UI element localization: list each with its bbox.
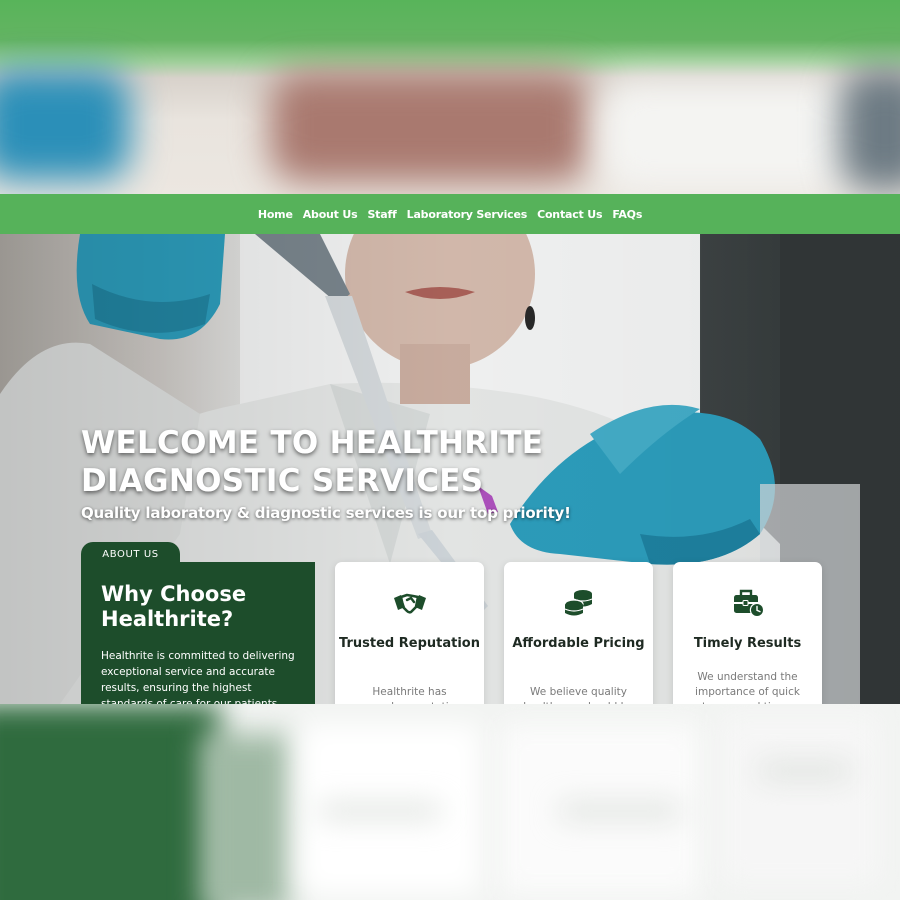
- handshake-icon: [393, 593, 426, 614]
- nav-home-link[interactable]: Home: [258, 208, 293, 221]
- coins-icon: [563, 590, 592, 616]
- nav-about-us-link[interactable]: About Us: [303, 208, 358, 221]
- nav-faqs-link[interactable]: FAQs: [612, 208, 642, 221]
- blurred-backdrop-bottom: [0, 704, 900, 900]
- nav-contact-us-link[interactable]: Contact Us: [537, 208, 602, 221]
- backdrop-blur-blob: [720, 714, 880, 884]
- backdrop-blur-blob: [600, 80, 860, 190]
- feature-card-trusted-reputation: Trusted Reputation Healthrite has earned…: [335, 562, 484, 712]
- feature-title: Trusted Reputation: [339, 636, 480, 651]
- backdrop-blur-blob: [320, 804, 440, 818]
- hero-subtitle: Quality laboratory & diagnostic services…: [81, 504, 571, 522]
- feature-title: Affordable Pricing: [512, 636, 645, 651]
- why-choose-title: Why Choose Healthrite?: [101, 582, 247, 631]
- backdrop-blur-blob: [200, 734, 290, 900]
- feature-title: Timely Results: [693, 636, 802, 651]
- feature-card-affordable-pricing: Affordable Pricing We believe quality he…: [504, 562, 653, 712]
- feature-card-timely-results: Timely Results We understand the importa…: [673, 562, 822, 712]
- backdrop-blur-blob: [840, 70, 900, 190]
- hero-title: WELCOME TO HEALTHRITE DIAGNOSTIC SERVICE…: [81, 425, 544, 499]
- main-navigation: Home About Us Staff Laboratory Services …: [0, 194, 900, 234]
- nav-laboratory-services-link[interactable]: Laboratory Services: [407, 208, 528, 221]
- backdrop-blur-blob: [270, 72, 590, 182]
- nav-staff-link[interactable]: Staff: [367, 208, 396, 221]
- blurred-backdrop-top: [0, 0, 900, 196]
- why-choose-card: Why Choose Healthrite? Healthrite is com…: [81, 562, 315, 712]
- backdrop-blur-blob: [0, 704, 220, 900]
- why-choose-text: Healthrite is committed to delivering ex…: [101, 650, 295, 710]
- backdrop-blur-blob: [0, 70, 130, 180]
- backdrop-blur-blob: [560, 804, 680, 818]
- briefcase-clock-icon: [733, 589, 764, 618]
- backdrop-blur-blob: [760, 764, 850, 778]
